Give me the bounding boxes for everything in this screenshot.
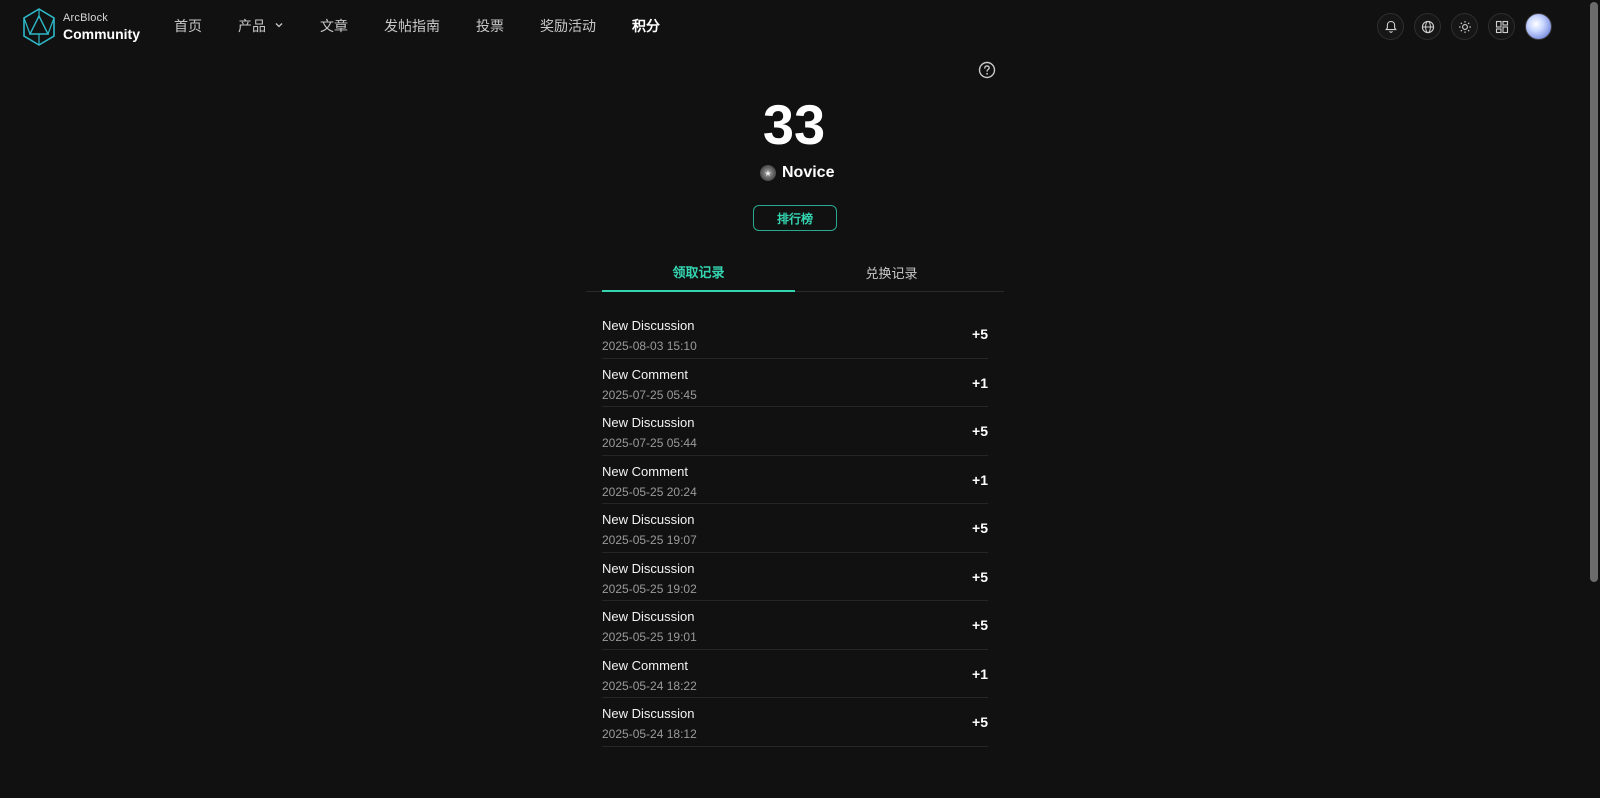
- record-title: New Discussion: [602, 706, 695, 721]
- globe-icon: [1421, 20, 1434, 33]
- help-icon[interactable]: [978, 61, 996, 79]
- tab-claim-records-label: 领取记录: [672, 264, 725, 280]
- record-date: 2025-05-25 20:24: [602, 484, 697, 499]
- record-points: +5: [972, 617, 988, 633]
- chevron-down-icon: [274, 20, 284, 33]
- record-date: 2025-05-25 19:02: [602, 581, 697, 596]
- record-date: 2025-07-25 05:45: [602, 387, 697, 402]
- arcblock-logo-icon: [23, 8, 55, 46]
- record-title: New Comment: [602, 657, 688, 673]
- nav-points[interactable]: 积分: [632, 16, 660, 36]
- nav-products-label: 产品: [238, 18, 266, 34]
- nav-home[interactable]: 首页: [174, 16, 202, 36]
- bell-icon: [1384, 20, 1397, 33]
- leaderboard-button[interactable]: 排行榜: [753, 205, 837, 231]
- nav-voting[interactable]: 投票: [476, 16, 504, 36]
- record-points: +5: [972, 568, 988, 585]
- record-points: +5: [972, 423, 988, 439]
- list-item: New Comment 2025-05-25 20:24 +1: [602, 456, 988, 504]
- language-button[interactable]: [1414, 13, 1441, 40]
- record-title: New Discussion: [602, 512, 695, 527]
- tab-claim-records[interactable]: 领取记录: [602, 252, 795, 292]
- nav-home-label: 首页: [174, 18, 202, 34]
- apps-icon: [1495, 20, 1508, 33]
- list-item: New Discussion 2025-05-25 19:01 +5: [602, 601, 988, 650]
- user-avatar[interactable]: [1525, 13, 1552, 40]
- record-date: 2025-08-03 15:10: [602, 339, 697, 353]
- list-item: New Discussion 2025-05-25 19:02 +5: [602, 553, 988, 601]
- list-item: New Discussion 2025-07-25 05:44 +5: [602, 407, 988, 456]
- record-title: New Discussion: [602, 318, 695, 333]
- record-points: +5: [972, 520, 988, 536]
- nav-points-label: 积分: [632, 18, 660, 34]
- record-title: New Comment: [602, 366, 688, 382]
- tab-redeem-records[interactable]: 兑换记录: [795, 252, 988, 292]
- nav-rewards-label: 奖励活动: [540, 18, 596, 34]
- nav-posting-guide[interactable]: 发帖指南: [384, 16, 440, 36]
- list-item: New Discussion 2025-05-24 18:12 +5: [602, 698, 988, 747]
- level-badge-icon: ★: [760, 165, 776, 181]
- theme-toggle-button[interactable]: [1451, 13, 1478, 40]
- record-title: New Comment: [602, 463, 688, 479]
- list-item: New Comment 2025-07-25 05:45 +1: [602, 359, 988, 407]
- records-tabs: 领取记录 兑换记录: [586, 252, 1004, 292]
- logo-top-text: ArcBlock: [63, 12, 108, 24]
- main-nav: 首页 产品 文章 发帖指南 投票 奖励活动 积分: [174, 0, 696, 52]
- tab-redeem-records-label: 兑换记录: [865, 265, 918, 281]
- record-points: +1: [972, 471, 988, 488]
- record-date: 2025-05-25 19:07: [602, 533, 697, 547]
- sun-icon: [1458, 20, 1471, 33]
- notifications-button[interactable]: [1377, 13, 1404, 40]
- nav-articles-label: 文章: [320, 18, 348, 34]
- nav-posting-guide-label: 发帖指南: [384, 18, 440, 34]
- level-indicator: ★ Novice: [760, 164, 834, 182]
- nav-voting-label: 投票: [476, 18, 504, 34]
- nav-articles[interactable]: 文章: [320, 16, 348, 36]
- record-date: 2025-07-25 05:44: [602, 436, 697, 450]
- nav-products[interactable]: 产品: [238, 16, 284, 36]
- list-item: New Discussion 2025-08-03 15:10 +5: [602, 310, 988, 359]
- record-points: +1: [972, 374, 988, 391]
- nav-rewards[interactable]: 奖励活动: [540, 16, 596, 36]
- records-list: New Discussion 2025-08-03 15:10 +5 New C…: [602, 310, 988, 747]
- record-date: 2025-05-25 19:01: [602, 630, 697, 644]
- list-item: New Discussion 2025-05-25 19:07 +5: [602, 504, 988, 553]
- record-title: New Discussion: [602, 560, 695, 576]
- record-points: +1: [972, 665, 988, 682]
- level-name: Novice: [782, 164, 835, 181]
- record-date: 2025-05-24 18:22: [602, 678, 697, 693]
- list-item: New Comment 2025-05-24 18:22 +1: [602, 650, 988, 698]
- record-title: New Discussion: [602, 609, 695, 624]
- header-actions: [1367, 13, 1552, 40]
- points-total: 33: [762, 93, 826, 156]
- logo-bottom-text: Community: [63, 26, 140, 42]
- record-points: +5: [972, 326, 988, 342]
- record-points: +5: [972, 714, 988, 730]
- record-title: New Discussion: [602, 415, 695, 430]
- record-date: 2025-05-24 18:12: [602, 727, 697, 741]
- apps-button[interactable]: [1488, 13, 1515, 40]
- logo[interactable]: ArcBlock Community: [22, 8, 140, 46]
- top-header: ArcBlock Community 首页 产品 文章 发帖指南 投票 奖励活动…: [0, 0, 1584, 52]
- scrollbar-thumb[interactable]: [1590, 2, 1598, 582]
